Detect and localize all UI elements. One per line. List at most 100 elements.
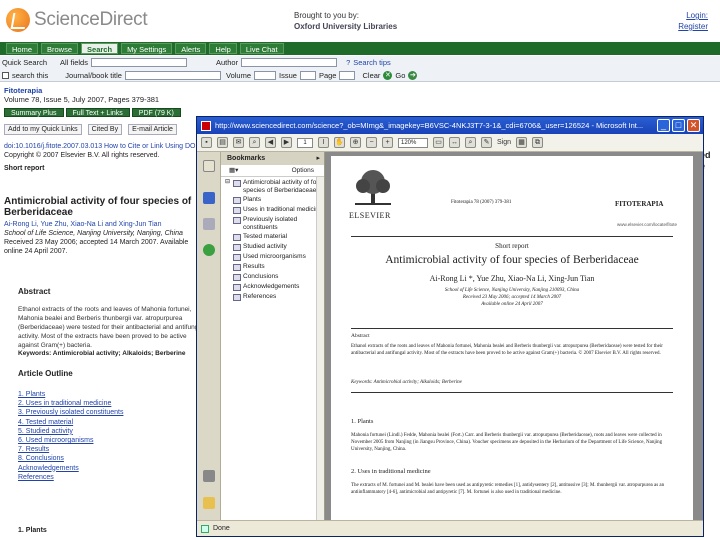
bookmark-item[interactable]: Tested material	[225, 233, 324, 241]
article-outline-heading: Article Outline	[18, 369, 73, 378]
fit-width-icon[interactable]: ↔	[449, 137, 460, 148]
outline-link[interactable]: 1. Plants	[18, 390, 123, 399]
hand-tool-icon[interactable]: ✋	[334, 137, 345, 148]
tab-help[interactable]: Help	[209, 43, 237, 54]
tab-browse[interactable]: Browse	[41, 43, 79, 54]
minimize-button[interactable]: _	[657, 119, 670, 132]
bookmark-icon	[233, 264, 241, 271]
help-icon[interactable]: ?	[346, 58, 350, 67]
zoom-tool-icon[interactable]: ⊕	[350, 137, 361, 148]
clear-icon[interactable]: ✕	[383, 71, 393, 80]
attach-icon[interactable]: ⧉	[532, 137, 544, 148]
tab-search[interactable]: Search	[81, 43, 119, 54]
cite-doi-link[interactable]: How to Cite or Link Using DOI	[104, 143, 197, 150]
keywords-text: Keywords: Antimicrobial activity; Alkalo…	[18, 350, 186, 357]
bookmark-item[interactable]: Plants	[225, 196, 324, 204]
bookmark-options-icon[interactable]: ▦▾	[229, 167, 238, 174]
bookmark-icon	[233, 207, 241, 214]
bookmark-label: Tested material	[243, 233, 288, 240]
bookmark-icon	[233, 294, 241, 301]
journal-title-input[interactable]	[124, 71, 221, 80]
bookmark-item[interactable]: Results	[225, 263, 324, 271]
add-quick-links-button[interactable]: Add to my Quick Links	[4, 124, 82, 135]
go-arrow-icon[interactable]: ➔	[408, 71, 418, 80]
tab-home[interactable]: Home	[6, 43, 39, 54]
page-number-field[interactable]: 1	[297, 137, 313, 148]
pdf-tab[interactable]: PDF (79 K)	[131, 108, 181, 117]
close-button[interactable]: ✕	[687, 119, 700, 132]
search-icon[interactable]: ⌕	[249, 137, 260, 148]
author-input[interactable]	[241, 58, 338, 67]
tab-alerts[interactable]: Alerts	[175, 43, 207, 54]
review-icon[interactable]: ▦	[516, 137, 528, 148]
outline-link[interactable]: 5. Studied activity	[18, 427, 123, 436]
pages-icon[interactable]	[203, 160, 215, 172]
summary-plus-tab[interactable]: Summary Plus	[4, 108, 64, 117]
bookmarks-icon[interactable]	[203, 192, 215, 204]
zoom-out-icon[interactable]: −	[366, 137, 377, 148]
page-input[interactable]	[339, 71, 356, 80]
tab-my-settings[interactable]: My Settings	[121, 43, 173, 54]
tab-live-chat[interactable]: Live Chat	[239, 43, 284, 54]
all-fields-input[interactable]	[90, 58, 187, 67]
zoom-level-field[interactable]: 120%	[398, 137, 428, 148]
bookmark-item[interactable]: Conclusions	[225, 273, 324, 281]
help-icon[interactable]	[203, 244, 215, 256]
options-menu[interactable]: Options	[292, 165, 314, 177]
bookmark-item[interactable]: Used microorganisms	[225, 253, 324, 261]
bookmark-icon	[233, 197, 241, 204]
panel-menu-icon[interactable]: ▸	[316, 152, 320, 165]
journal-title-link[interactable]: Fitoterapia	[4, 86, 159, 95]
sciencedirect-logo[interactable]: ScienceDirect	[6, 8, 148, 32]
signatures-icon[interactable]	[203, 218, 215, 230]
comment-icon[interactable]: ✎	[481, 137, 492, 148]
cited-by-button[interactable]: Cited By	[87, 124, 123, 135]
maximize-button[interactable]: □	[672, 119, 685, 132]
next-page-icon[interactable]: ▶	[281, 137, 292, 148]
login-link[interactable]: Login:	[678, 10, 708, 21]
outline-link[interactable]: 4. Tested material	[18, 418, 123, 427]
print-icon[interactable]: ▤	[217, 137, 228, 148]
bookmark-item[interactable]: Studied activity	[225, 243, 324, 251]
select-tool-icon[interactable]: I	[318, 137, 329, 148]
save-icon[interactable]: ▪	[201, 137, 212, 148]
prev-page-icon[interactable]: ◀	[265, 137, 276, 148]
email-icon[interactable]: ✉	[233, 137, 244, 148]
attachment-icon[interactable]	[203, 470, 215, 482]
pdf-toolbar: ▪ ▤ ✉ ⌕ ◀ ▶ 1 I ✋ ⊕ − + 120% ▭ ↔ ⌕ ✎ Sig…	[197, 134, 703, 152]
full-text-tab[interactable]: Full Text + Links	[65, 108, 130, 117]
bookmark-label: Studied activity	[243, 243, 287, 250]
find-icon[interactable]: ⌕	[465, 137, 476, 148]
outline-link[interactable]: References	[18, 473, 123, 482]
article-actions: Add to my Quick Links Cited By E-mail Ar…	[4, 124, 177, 135]
bookmark-item[interactable]: ⊟ Antimicrobial activity of four species …	[225, 179, 324, 194]
outline-link[interactable]: 3. Previously isolated constituents	[18, 408, 123, 417]
search-tips-link[interactable]: Search tips	[353, 58, 391, 67]
volume-input[interactable]	[254, 71, 277, 80]
email-article-button[interactable]: E-mail Article	[128, 124, 177, 135]
sign-button[interactable]: Sign	[497, 139, 511, 146]
all-fields-label: All fields	[60, 58, 88, 67]
pdf-viewer-window: http://www.sciencedirect.com/science?_ob…	[196, 116, 704, 537]
bookmark-item[interactable]: Acknowledgements	[225, 283, 324, 291]
bookmark-item[interactable]: Uses in traditional medicine	[225, 206, 324, 214]
checkbox-icon[interactable]	[2, 72, 9, 79]
zoom-in-icon[interactable]: +	[382, 137, 393, 148]
outline-link[interactable]: 7. Results	[18, 445, 123, 454]
bookmarks-scrollbar[interactable]	[316, 177, 324, 520]
fit-page-icon[interactable]: ▭	[433, 137, 444, 148]
register-link[interactable]: Register	[678, 21, 708, 32]
outline-link[interactable]: Acknowledgements	[18, 464, 123, 473]
bookmark-item[interactable]: References	[225, 293, 324, 301]
pdf-affiliation-block: School of Life Science, Nanjing Universi…	[331, 287, 693, 308]
pdf-document-area[interactable]: ELSEVIER Fitoterapia 78 (2007) 379-381 F…	[325, 152, 703, 520]
doi-link[interactable]: doi:10.1016/j.fitote.2007.03.013	[4, 143, 102, 150]
bookmark-item[interactable]: Previously isolated constituents	[225, 216, 324, 231]
comments-icon[interactable]	[203, 497, 215, 509]
issue-input[interactable]	[299, 71, 316, 80]
window-titlebar[interactable]: http://www.sciencedirect.com/science?_ob…	[197, 117, 703, 134]
author-list[interactable]: Ai-Rong Li, Yue Zhu, Xiao-Na Li and Xing…	[4, 220, 204, 229]
outline-link[interactable]: 2. Uses in traditional medicine	[18, 399, 123, 408]
outline-link[interactable]: 8. Conclusions	[18, 454, 123, 463]
outline-link[interactable]: 6. Used microorganisms	[18, 436, 123, 445]
